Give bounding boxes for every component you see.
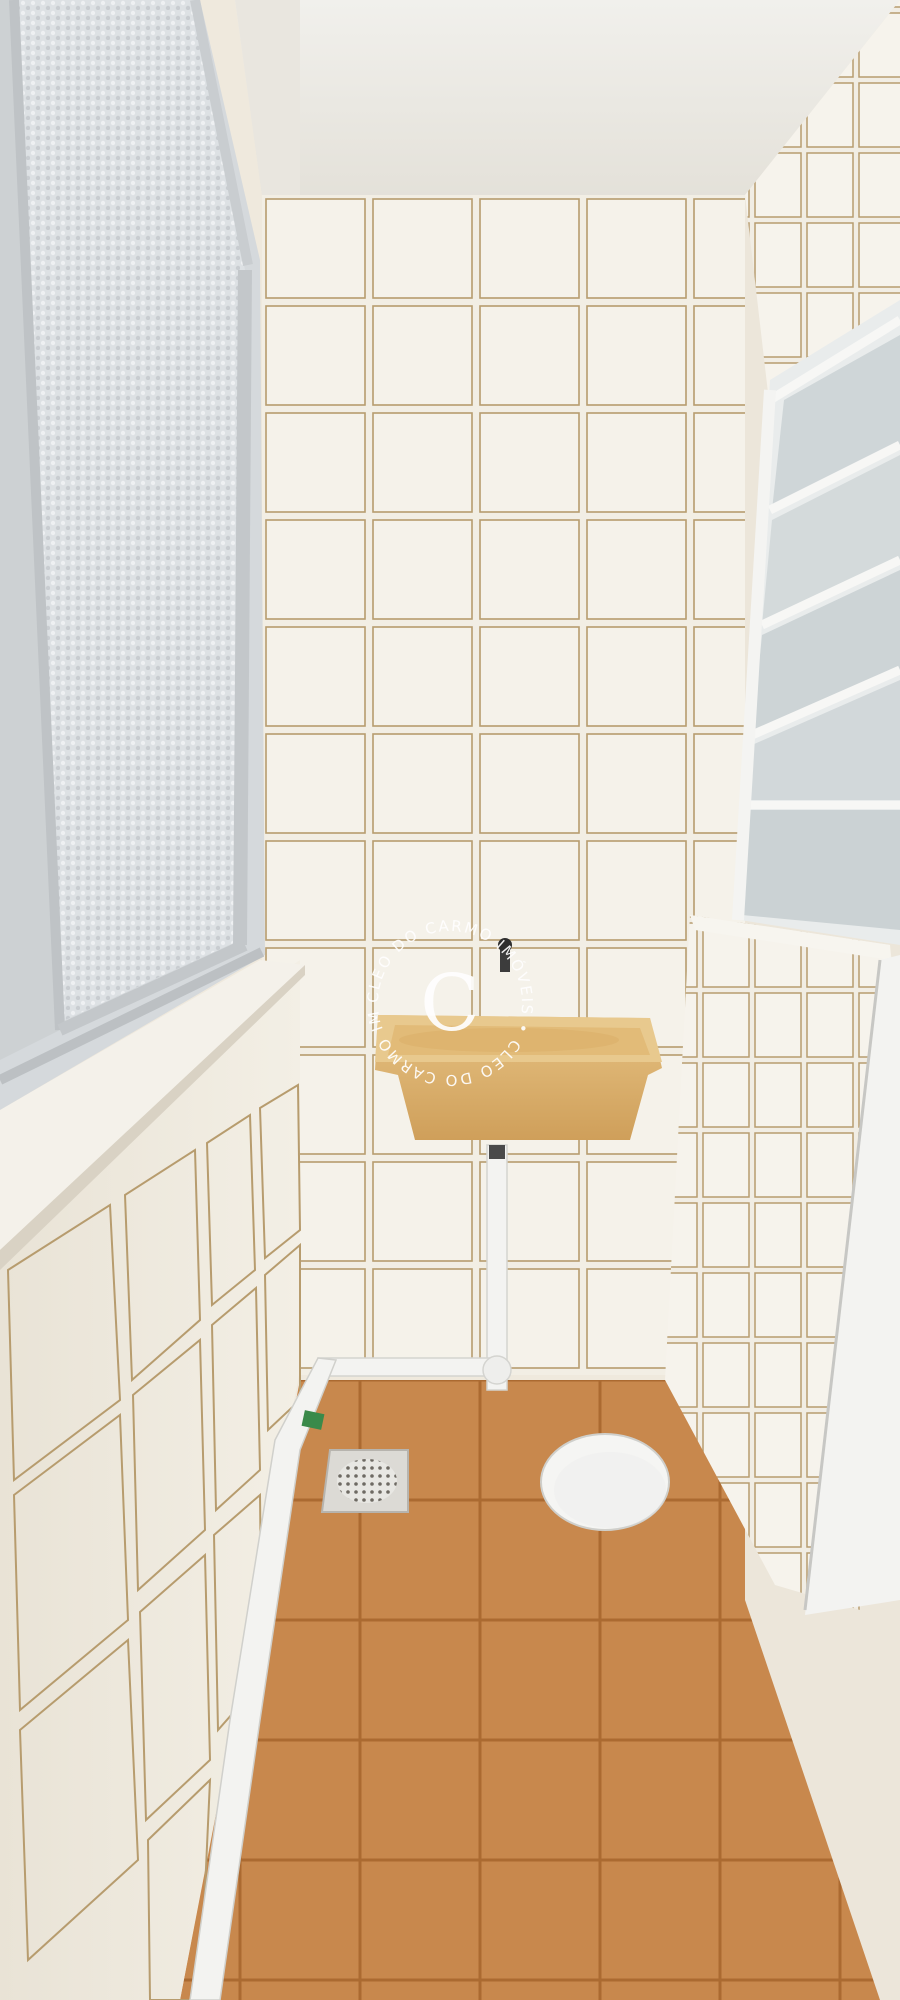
round-drain-cover <box>540 1433 670 1531</box>
laundry-area-photo: CLEO DO CARMO IMÓVEIS • CLEO DO CARMO IM… <box>0 0 900 2000</box>
watermark-monogram: C <box>420 959 480 1049</box>
photo-canvas: CLEO DO CARMO IMÓVEIS • CLEO DO CARMO IM… <box>0 0 900 2000</box>
floor-drain-grate <box>320 1449 409 1513</box>
frosted-glass-window[interactable] <box>0 0 265 1110</box>
